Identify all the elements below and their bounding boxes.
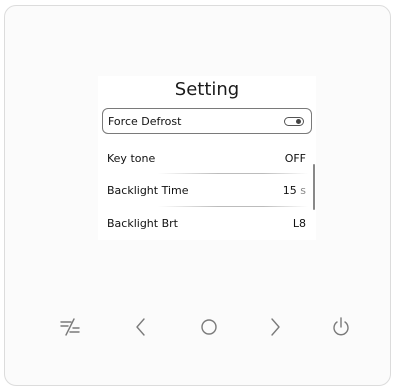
display-screen: Setting Force Defrost Key tone OFF Backl… xyxy=(98,76,316,240)
menu-item-label: Force Defrost xyxy=(108,115,182,128)
value-unit: s xyxy=(300,184,306,197)
power-button[interactable] xyxy=(330,316,352,338)
mode-slash-icon xyxy=(60,318,80,336)
menu-item-label: Key tone xyxy=(107,152,156,165)
menu-item-value: L8 xyxy=(292,217,306,230)
value-number: 15 xyxy=(282,184,297,197)
chevron-right-icon xyxy=(271,318,280,336)
menu-item-backlight-brt[interactable]: Backlight Brt L8 xyxy=(102,211,312,237)
right-button[interactable] xyxy=(264,316,286,338)
chevron-left-icon xyxy=(136,318,145,336)
menu-item-key-tone[interactable]: Key tone OFF xyxy=(102,146,312,172)
home-button[interactable] xyxy=(198,316,220,338)
mode-button[interactable] xyxy=(59,316,81,338)
force-defrost-toggle[interactable] xyxy=(284,117,304,126)
divider xyxy=(158,206,308,207)
scrollbar[interactable] xyxy=(313,164,315,210)
circle-icon xyxy=(201,319,217,335)
toggle-knob xyxy=(296,119,301,124)
menu-item-force-defrost[interactable]: Force Defrost xyxy=(102,108,312,134)
menu-item-label: Backlight Time xyxy=(107,184,189,197)
divider xyxy=(158,173,308,174)
menu-item-label: Backlight Brt xyxy=(107,217,178,230)
left-button[interactable] xyxy=(130,316,152,338)
power-icon xyxy=(333,317,349,336)
menu-item-backlight-time[interactable]: Backlight Time 15 s xyxy=(102,178,312,204)
screen-title: Setting xyxy=(174,79,240,100)
menu-item-value: OFF xyxy=(284,152,306,165)
menu-item-value: 15 s xyxy=(283,184,306,197)
